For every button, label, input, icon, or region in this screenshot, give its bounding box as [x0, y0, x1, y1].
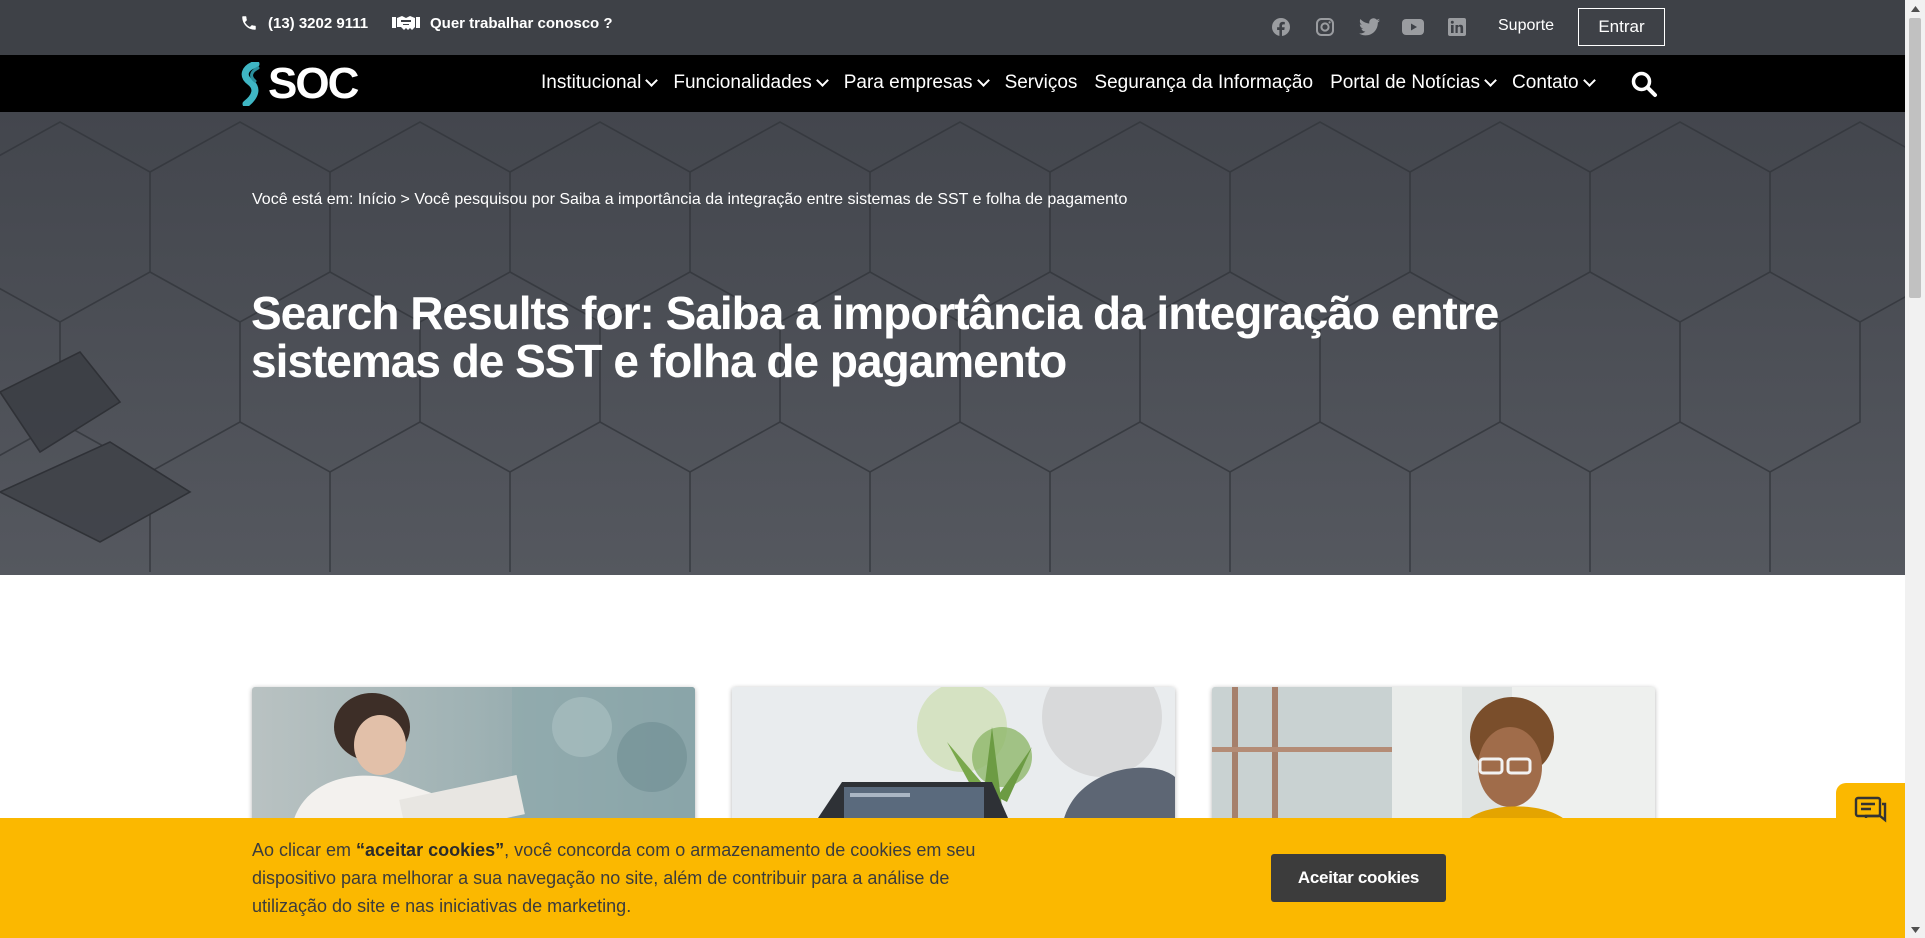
nav-item-label: Segurança da Informação [1094, 72, 1314, 93]
result-card-image[interactable] [732, 687, 1175, 827]
cookie-text-emphasis: “aceitar cookies” [356, 840, 505, 860]
chevron-down-icon [815, 74, 829, 87]
page-title: Search Results for: Saiba a importância … [251, 287, 1499, 387]
nav-item-label: Funcionalidades [673, 72, 812, 93]
nav-item-label: Para empresas [843, 72, 973, 93]
nav-item-label: Portal de Notícias [1330, 72, 1481, 93]
chevron-down-icon [1484, 74, 1497, 87]
chevron-down-icon [645, 74, 659, 87]
twitter-icon[interactable] [1358, 16, 1380, 38]
soc-logo-mark-icon [241, 62, 260, 106]
phone-icon [242, 16, 256, 30]
accept-cookies-button[interactable]: Aceitar cookies [1271, 854, 1446, 902]
cookie-message: Ao clicar em “aceitar cookies”, você con… [252, 836, 1022, 920]
social-links [1270, 16, 1468, 38]
result-card-image[interactable] [252, 687, 695, 827]
breadcrumb-home-link[interactable]: Início [358, 191, 396, 208]
breadcrumb-separator: > [400, 191, 410, 208]
chevron-down-icon [976, 74, 990, 87]
search-results [252, 687, 1655, 827]
linkedin-icon[interactable] [1446, 16, 1468, 38]
nav-item-servicos[interactable]: Serviços [1005, 72, 1078, 94]
nav-item-contato[interactable]: Contato [1512, 72, 1596, 94]
youtube-icon[interactable] [1402, 16, 1424, 38]
scrollbar-thumb[interactable] [1909, 18, 1921, 298]
nav-item-label: Serviços [1004, 72, 1078, 93]
instagram-icon[interactable] [1314, 16, 1336, 38]
phone-number: (13) 3202 9111 [268, 14, 369, 32]
soc-logo[interactable]: SOC [238, 61, 363, 107]
facebook-icon[interactable] [1270, 16, 1292, 38]
nav-item-portal-noticias[interactable]: Portal de Notícias [1330, 72, 1497, 94]
top-utility-bar: (13) 3202 9111 Quer trabalhar conosco ? … [0, 0, 1905, 55]
nav-item-seguranca[interactable]: Segurança da Informação [1094, 72, 1313, 94]
scroll-up-arrow-icon[interactable] [1905, 0, 1925, 17]
breadcrumb-current: Você pesquisou por Saiba a importância d… [414, 191, 1128, 208]
page-scrollbar[interactable] [1905, 0, 1925, 938]
handshake-icon [392, 16, 420, 30]
cookie-banner: Ao clicar em “aceitar cookies”, você con… [0, 818, 1905, 938]
work-with-us-label: Quer trabalhar conosco ? [430, 14, 613, 32]
work-with-us-link[interactable]: Quer trabalhar conosco ? [392, 14, 613, 32]
nav-item-label: Institucional [541, 72, 642, 93]
result-card-image[interactable] [1212, 687, 1655, 827]
login-button[interactable]: Entrar [1578, 8, 1665, 46]
search-icon[interactable] [1630, 70, 1658, 98]
nav-item-label: Contato [1512, 72, 1579, 93]
cookie-text-part: Ao clicar em [252, 840, 357, 860]
chevron-down-icon [1582, 74, 1596, 87]
nav-menu: Institucional Funcionalidades Para empre… [541, 72, 1596, 94]
scroll-down-arrow-icon[interactable] [1905, 921, 1925, 938]
support-link[interactable]: Suporte [1498, 17, 1554, 35]
chat-icon [1854, 796, 1886, 823]
logo-wordmark: SOC [268, 59, 359, 108]
breadcrumb-prefix: Você está em: [252, 191, 354, 208]
nav-item-institucional[interactable]: Institucional [541, 72, 659, 94]
hero-banner: Você está em: Início > Você pesquisou po… [0, 112, 1905, 575]
breadcrumb: Você está em: Início > Você pesquisou po… [252, 191, 1127, 209]
chat-widget-button[interactable] [1836, 783, 1905, 839]
nav-item-funcionalidades[interactable]: Funcionalidades [673, 72, 829, 94]
main-nav: SOC Institucional Funcionalidades Para e… [0, 55, 1905, 112]
nav-item-para-empresas[interactable]: Para empresas [843, 72, 990, 94]
phone-contact[interactable]: (13) 3202 9111 [240, 14, 368, 32]
